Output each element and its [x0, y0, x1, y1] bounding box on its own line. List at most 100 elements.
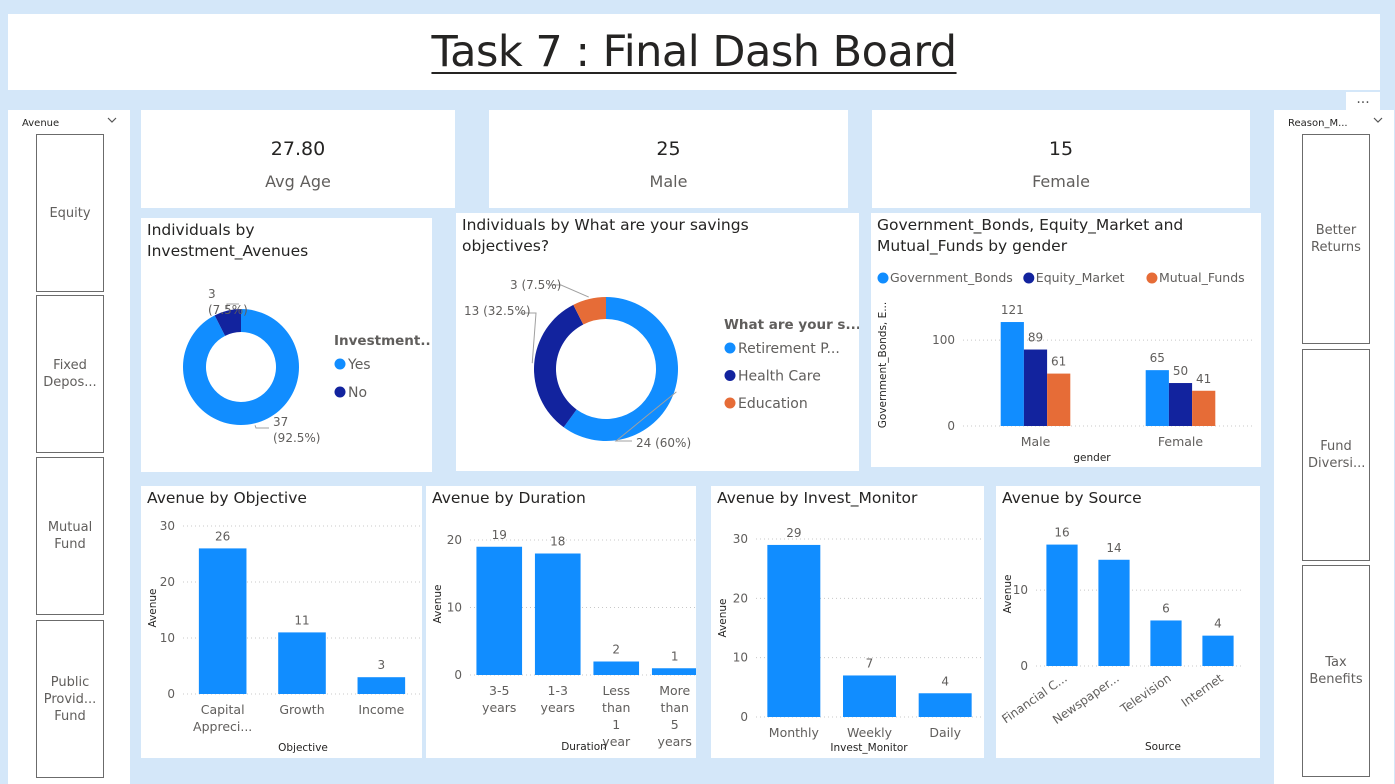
chart-svg: Avenue by Duration 0 10 20 Avenue 19 3-5 years 1…: [432, 489, 696, 753]
x-axis-label: gender: [1073, 452, 1111, 464]
bar: [767, 544, 821, 717]
kpi-value: 27.80: [270, 138, 326, 160]
x-tick-label: years: [541, 700, 575, 715]
bar: [278, 632, 326, 694]
data-label: 4: [1214, 617, 1222, 631]
data-label: (92.5%): [273, 431, 320, 445]
slicer-tile-label: Mutual Fund: [47, 520, 93, 552]
y-tick-label: 30: [160, 519, 175, 533]
data-label: 14: [1106, 541, 1121, 555]
donut-slice: [534, 304, 584, 428]
kpi-card-male: 25 Male: [489, 110, 848, 208]
chart-svg: Avenue by Source010Avenue16Financial C..…: [999, 489, 1244, 753]
y-tick-label: 10: [160, 631, 175, 645]
more-options-icon[interactable]: ...: [1346, 92, 1380, 110]
y-axis-label: Government_Bonds, E...: [877, 302, 889, 428]
legend-title: What are your s...: [724, 317, 859, 333]
y-axis-label: Avenue: [1002, 574, 1014, 613]
legend-label: Government_Bonds: [890, 270, 1013, 285]
slicer-tile-label: Tax Benefits: [1309, 655, 1363, 687]
chart-title: Individuals by: [147, 221, 255, 239]
y-tick-label: 0: [740, 710, 748, 724]
x-tick-label: Television: [1117, 671, 1174, 717]
slicer-tile-label: Fund Diversi...: [1308, 439, 1366, 471]
legend-marker: [1146, 272, 1158, 284]
x-tick-label: Monthly: [769, 725, 820, 740]
data-label: 1: [671, 649, 679, 663]
y-tick-label: 10: [733, 651, 748, 665]
x-tick-label: Male: [1021, 434, 1051, 449]
data-label: 6: [1162, 601, 1170, 615]
legend-marker: [724, 370, 736, 381]
bar: [476, 546, 523, 675]
slicer-tile-fund-diversification[interactable]: Fund Diversi...: [1302, 349, 1370, 561]
bar: [198, 548, 247, 694]
x-axis-label: Objective: [278, 742, 328, 754]
bar: [1023, 349, 1048, 426]
y-tick-label: 0: [454, 668, 462, 682]
slicer-tile-equity[interactable]: Equity: [36, 134, 104, 292]
legend-label: Health Care: [738, 369, 821, 385]
x-tick-label: than: [602, 700, 630, 715]
bar: [1202, 635, 1234, 666]
chart-svg: Avenue by Objective 0 10 20 30 Avenue 26 Capita…: [147, 489, 421, 754]
leader-line: [518, 312, 537, 364]
chart-svg: Government_Bonds, Equity_Market and Mutua…: [877, 216, 1253, 464]
x-tick-label: 3-5: [489, 683, 509, 698]
chart-title: Avenue by Source: [1002, 489, 1142, 507]
title-bar: Task 7 : Final Dash Board: [8, 14, 1380, 90]
y-tick-label: 10: [447, 601, 462, 615]
chevron-down-icon[interactable]: [1372, 114, 1384, 129]
y-tick-label: 10: [1013, 583, 1028, 597]
kpi-label: Male: [649, 172, 688, 191]
chart-svg: Individuals by What are your savings obje…: [462, 216, 859, 450]
chart-title: Avenue by Duration: [432, 489, 586, 507]
bar: [651, 668, 696, 675]
kpi-label: Female: [1032, 172, 1090, 191]
y-tick-label: 100: [932, 333, 955, 347]
slicer-tile-mutual-fund[interactable]: Mutual Fund: [36, 457, 104, 615]
chart-title: Avenue by Invest_Monitor: [717, 489, 918, 508]
bar: [1046, 544, 1078, 666]
chart-avenue-by-duration: Avenue by Duration 0 10 20 Avenue 19 3-5 years 1…: [426, 486, 696, 758]
kpi-card-female: 15 Female: [872, 110, 1250, 208]
slicer-reason: Reason_M... Better Returns Fund Diversi.…: [1274, 110, 1394, 784]
x-tick-label: 1-3: [548, 683, 568, 698]
slicer-tile-tax-benefits[interactable]: Tax Benefits: [1302, 565, 1370, 777]
x-tick-label: More: [659, 683, 690, 698]
data-label: 3: [378, 658, 386, 672]
data-label: 50: [1173, 364, 1188, 378]
slicer-tile-fixed-deposits[interactable]: Fixed Depos...: [36, 295, 104, 453]
slicer-header: Reason_M...: [1288, 118, 1348, 129]
y-tick-label: 0: [167, 687, 175, 701]
x-tick-label: Growth: [279, 702, 324, 717]
x-tick-label: Income: [358, 702, 404, 717]
slicer-tile-ppf[interactable]: Public Provid... Fund: [36, 620, 104, 778]
bar: [1168, 383, 1193, 426]
legend-label: Mutual_Funds: [1159, 270, 1245, 285]
kpi-card-avg-age: 27.80 Avg Age: [141, 110, 455, 208]
chart-savings-objectives: Individuals by What are your savings obje…: [456, 213, 859, 471]
data-label: 7: [866, 656, 874, 670]
slicer-tile-better-returns[interactable]: Better Returns: [1302, 134, 1370, 344]
slicer-tile-label: Fixed Depos...: [43, 358, 97, 390]
x-tick-label: years: [658, 734, 692, 749]
chart-title: Mutual_Funds by gender: [877, 237, 1068, 256]
data-label: 3 (7.5%): [510, 278, 561, 292]
legend-marker: [334, 358, 346, 370]
data-label: 18: [550, 535, 565, 549]
data-label: 11: [294, 613, 309, 627]
chart-title: Individuals by What are your savings: [462, 216, 749, 234]
y-tick-label: 0: [947, 419, 955, 433]
bar: [1000, 322, 1024, 426]
data-label: 13 (32.5%): [464, 304, 531, 318]
chart-avenue-by-source: Avenue by Source 0 10 Avenue 16 Financial C..…: [996, 486, 1260, 758]
data-label: 37: [273, 415, 288, 429]
chevron-down-icon[interactable]: [106, 114, 118, 129]
legend-label: Equity_Market: [1036, 270, 1125, 285]
legend-marker: [724, 397, 736, 409]
chart-svg: Avenue by Invest_Monitor 0 10 20 30 Avenue 29 M…: [717, 489, 983, 754]
bar: [1098, 559, 1130, 666]
bar: [357, 677, 406, 694]
x-axis-label: Source: [1145, 741, 1181, 753]
